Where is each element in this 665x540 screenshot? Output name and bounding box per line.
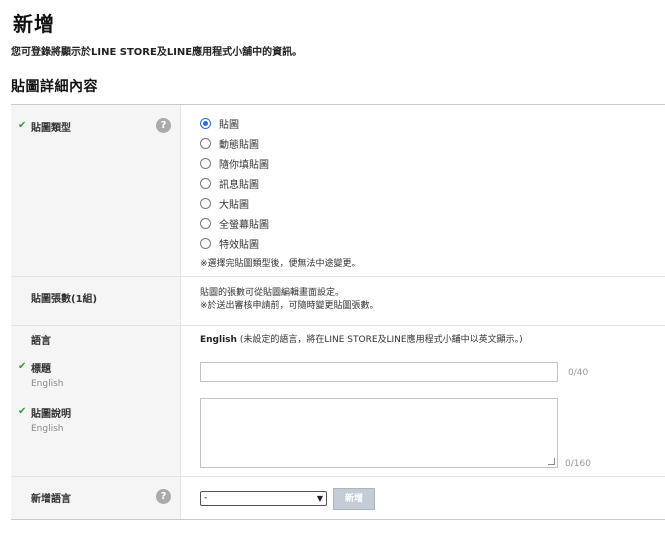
sticker-count-note: 貼圖的張數可從貼圖編輯畫面設定。 (200, 288, 345, 298)
language-name: English (200, 335, 237, 345)
sticker-type-row: ✔ 貼圖類型 ? 貼圖 動態貼圖 隨你填貼圖 訊息貼圖 大貼圖 全螢幕貼圖 特效… (11, 105, 665, 277)
sticker-type-label: 貼圖類型 (31, 123, 71, 134)
sticker-type-value-cell: 貼圖 動態貼圖 隨你填貼圖 訊息貼圖 大貼圖 全螢幕貼圖 特效貼圖 ※選擇完貼圖… (181, 105, 665, 276)
title-label-cell: ✔ 標題 English (11, 352, 181, 389)
description-value-cell: 0/160 (181, 388, 665, 476)
required-check-icon: ✔ (18, 406, 27, 417)
language-label: 語言 (31, 336, 51, 347)
sticker-count-row: 貼圖張數(1組) 貼圖的張數可從貼圖編輯畫面設定。 ※於送出審核申請前，可隨時變… (11, 277, 665, 326)
sticker-details-form: ✔ 貼圖類型 ? 貼圖 動態貼圖 隨你填貼圖 訊息貼圖 大貼圖 全螢幕貼圖 特效… (11, 104, 665, 520)
radio-button[interactable] (200, 197, 211, 209)
help-icon[interactable]: ? (156, 118, 171, 133)
title-label: 標題 (31, 364, 51, 375)
sticker-count-note-2: ※於送出審核申請前，可隨時變更貼圖張數。 (200, 301, 379, 311)
required-check-icon: ✔ (18, 120, 27, 131)
title-label-group: 標題 English (31, 360, 64, 389)
title-value-cell: 0/40 (181, 352, 665, 388)
add-language-button[interactable]: 新增 (333, 488, 375, 510)
language-note: (未設定的語言，將在LINE STORE及LINE應用程式小舖中以英文顯示。) (239, 335, 523, 345)
add-language-label: 新增語言 (31, 494, 71, 505)
sticker-count-value-cell: 貼圖的張數可從貼圖編輯畫面設定。 ※於送出審核申請前，可隨時變更貼圖張數。 (181, 277, 665, 325)
description-language-label: English (31, 424, 64, 434)
title-char-counter: 0/40 (568, 368, 589, 378)
description-label: 貼圖說明 (31, 409, 71, 420)
chevron-down-icon: ▼ (316, 494, 323, 503)
section-title: 貼圖詳細內容 (11, 79, 98, 95)
radio-option-label: 特效貼圖 (219, 239, 259, 251)
sticker-count-label-cell: 貼圖張數(1組) (11, 277, 181, 325)
title-input[interactable] (200, 362, 558, 382)
radio-option-label: 大貼圖 (219, 199, 249, 211)
sticker-type-label-cell: ✔ 貼圖類型 ? (11, 105, 181, 276)
language-value-cell: English (未設定的語言，將在LINE STORE及LINE應用程式小舖中… (181, 326, 665, 352)
description-row: ✔ 貼圖說明 English 0/160 (11, 388, 665, 477)
radio-option-fullscreen[interactable]: 全螢幕貼圖 (200, 213, 665, 233)
radio-button[interactable] (200, 157, 211, 169)
radio-button[interactable] (200, 237, 211, 249)
radio-button[interactable] (200, 137, 211, 149)
page-title: 新增 (13, 12, 55, 36)
page-description: 您可登錄將顯示於LINE STORE及LINE應用程式小舖中的資訊。 (11, 47, 303, 58)
sticker-type-note: ※選擇完貼圖類型後，便無法中途變更。 (200, 259, 361, 269)
radio-option-label: 貼圖 (219, 119, 239, 131)
language-row: 語言 English (未設定的語言，將在LINE STORE及LINE應用程式… (11, 326, 665, 352)
radio-option-message[interactable]: 訊息貼圖 (200, 173, 665, 193)
radio-option-effect[interactable]: 特效貼圖 (200, 233, 665, 253)
resize-handle-icon[interactable] (548, 458, 555, 465)
language-select[interactable]: - ▼ (200, 491, 327, 506)
radio-button-selected[interactable] (200, 117, 211, 129)
sticker-count-label: 貼圖張數(1組) (31, 294, 98, 305)
language-select-value: - (204, 493, 208, 503)
help-icon[interactable]: ? (156, 489, 171, 504)
sticker-type-options: 貼圖 動態貼圖 隨你填貼圖 訊息貼圖 大貼圖 全螢幕貼圖 特效貼圖 (200, 113, 665, 253)
radio-option-label: 動態貼圖 (219, 139, 259, 151)
required-check-icon: ✔ (18, 361, 27, 372)
description-label-cell: ✔ 貼圖說明 English (11, 388, 181, 476)
add-language-value-cell: - ▼ 新增 (181, 477, 665, 519)
add-language-row: 新增語言 ? - ▼ 新增 (11, 477, 665, 519)
description-label-group: 貼圖說明 English (31, 405, 71, 434)
radio-option-label: 隨你填貼圖 (219, 159, 269, 171)
title-row: ✔ 標題 English 0/40 (11, 352, 665, 389)
radio-button[interactable] (200, 177, 211, 189)
radio-button[interactable] (200, 217, 211, 229)
radio-option-animated[interactable]: 動態貼圖 (200, 133, 665, 153)
radio-option-custom[interactable]: 隨你填貼圖 (200, 153, 665, 173)
description-char-counter: 0/160 (565, 459, 591, 469)
language-value: English (未設定的語言，將在LINE STORE及LINE應用程式小舖中… (200, 332, 665, 345)
radio-option-sticker[interactable]: 貼圖 (200, 113, 665, 133)
add-language-label-cell: 新增語言 ? (11, 477, 181, 519)
language-label-cell: 語言 (11, 326, 181, 352)
radio-option-label: 全螢幕貼圖 (219, 219, 269, 231)
radio-option-label: 訊息貼圖 (219, 179, 259, 191)
radio-option-big[interactable]: 大貼圖 (200, 193, 665, 213)
description-textarea[interactable] (200, 398, 558, 468)
